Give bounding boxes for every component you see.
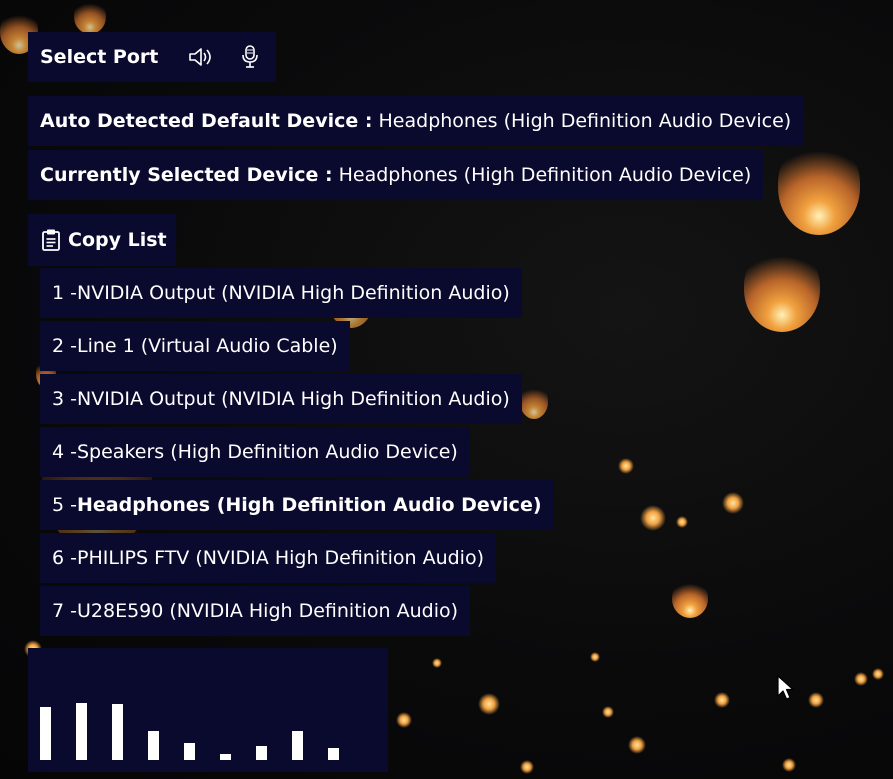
- device-item[interactable]: 4 - Speakers (High Definition Audio Devi…: [40, 427, 470, 477]
- lantern-glow: [432, 658, 442, 668]
- toolbar: Select Port: [28, 32, 276, 82]
- lantern-glow: [478, 693, 500, 715]
- level-bar: [328, 748, 339, 760]
- copy-list-label: Copy List: [68, 229, 167, 251]
- level-bar: [220, 754, 231, 760]
- level-bar: [256, 746, 267, 760]
- auto-detected-device: Auto Detected Default Device : Headphone…: [28, 96, 804, 146]
- level-bar: [184, 743, 195, 760]
- level-bar: [292, 731, 303, 760]
- lantern-glow: [854, 672, 868, 686]
- lantern-glow: [808, 692, 824, 708]
- device-name: Headphones (High Definition Audio Device…: [76, 494, 542, 516]
- speaker-icon: [189, 48, 211, 66]
- lantern-glow: [396, 712, 412, 728]
- device-name: U28E590 (NVIDIA High Definition Audio): [76, 600, 459, 622]
- device-name: Line 1 (Virtual Audio Cable): [76, 335, 338, 357]
- lantern-glow: [602, 706, 614, 718]
- lantern-decoration: [74, 0, 106, 34]
- device-item[interactable]: 1 - NVIDIA Output (NVIDIA High Definitio…: [40, 268, 522, 318]
- level-bar: [76, 703, 87, 760]
- device-index: 7 -: [52, 600, 77, 622]
- device-name: NVIDIA Output (NVIDIA High Definition Au…: [76, 388, 510, 410]
- device-index: 3 -: [52, 388, 77, 410]
- lantern-glow: [782, 758, 796, 772]
- mouse-cursor-icon: [777, 675, 794, 700]
- lantern-glow: [872, 668, 884, 680]
- level-bar: [40, 707, 51, 760]
- level-bar: [148, 731, 159, 760]
- select-port-button[interactable]: Select Port: [40, 46, 158, 68]
- device-index: 5 -: [52, 494, 77, 516]
- microphone-icon: [242, 45, 258, 68]
- device-item[interactable]: 7 - U28E590 (NVIDIA High Definition Audi…: [40, 586, 471, 636]
- lantern-decoration: [778, 140, 860, 235]
- copy-list-button[interactable]: Copy List: [28, 214, 176, 266]
- lantern-glow: [722, 492, 744, 514]
- device-item-selected[interactable]: 5 - Headphones (High Definition Audio De…: [40, 480, 554, 530]
- lantern-decoration: [672, 580, 708, 618]
- device-name: Speakers (High Definition Audio Device): [76, 441, 458, 463]
- device-item[interactable]: 6 - PHILIPS FTV (NVIDIA High Definition …: [40, 533, 496, 583]
- device-index: 4 -: [52, 441, 77, 463]
- lantern-glow: [640, 505, 666, 531]
- auto-detected-value: Headphones (High Definition Audio Device…: [378, 110, 792, 132]
- currently-selected-value: Headphones (High Definition Audio Device…: [338, 164, 752, 186]
- device-item[interactable]: 3 - NVIDIA Output (NVIDIA High Definitio…: [40, 374, 522, 424]
- audio-level-meter: [28, 648, 388, 772]
- auto-detected-label: Auto Detected Default Device :: [40, 110, 373, 132]
- speaker-button[interactable]: [181, 42, 219, 72]
- lantern-glow: [590, 652, 600, 662]
- clipboard-icon: [42, 229, 60, 251]
- device-item[interactable]: 2 - Line 1 (Virtual Audio Cable): [40, 321, 350, 371]
- level-bar: [112, 704, 123, 760]
- lantern-glow: [628, 736, 646, 754]
- currently-selected-label: Currently Selected Device :: [40, 164, 333, 186]
- lantern-glow: [520, 760, 534, 774]
- lantern-glow: [676, 516, 688, 528]
- device-index: 1 -: [52, 282, 77, 304]
- lantern-glow: [618, 458, 634, 474]
- lantern-decoration: [744, 247, 820, 332]
- currently-selected-device: Currently Selected Device : Headphones (…: [28, 150, 764, 200]
- device-index: 2 -: [52, 335, 77, 357]
- lantern-glow: [714, 692, 730, 708]
- device-name: NVIDIA Output (NVIDIA High Definition Au…: [76, 282, 510, 304]
- lantern-decoration: [520, 385, 548, 419]
- device-name: PHILIPS FTV (NVIDIA High Definition Audi…: [76, 547, 484, 569]
- microphone-button[interactable]: [231, 42, 269, 72]
- device-index: 6 -: [52, 547, 77, 569]
